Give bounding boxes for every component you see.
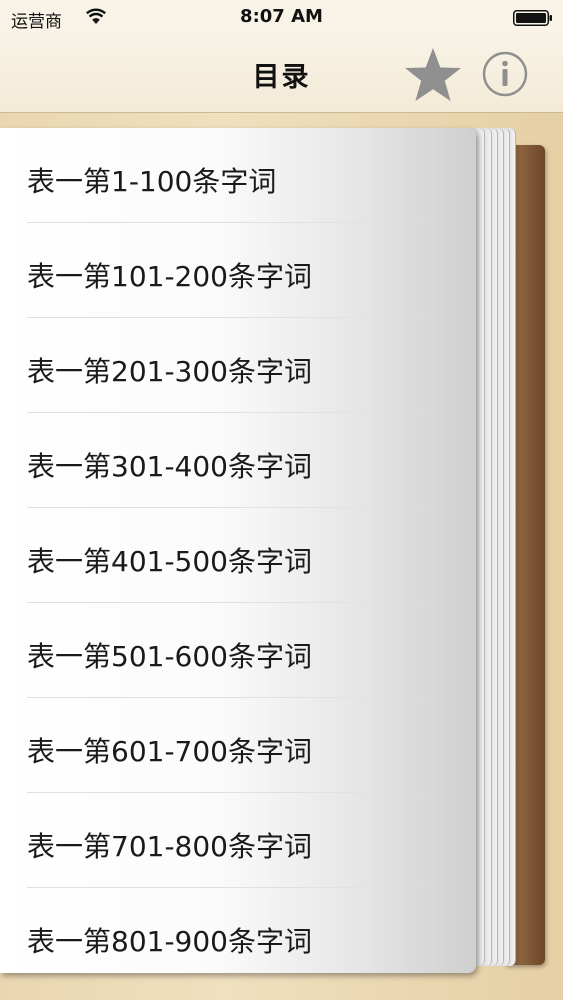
table-of-contents-page[interactable]: 表一第1-100条字词 表一第101-200条字词 表一第201-300条字词 … [0,128,476,973]
status-time: 8:07 AM [240,6,323,27]
toc-list: 表一第1-100条字词 表一第101-200条字词 表一第201-300条字词 … [0,128,476,973]
info-icon[interactable] [482,51,528,97]
toc-item[interactable]: 表一第601-700条字词 [0,698,476,793]
toc-item[interactable]: 表一第701-800条字词 [0,793,476,888]
toc-item-label: 表一第201-300条字词 [27,355,312,388]
toc-item-label: 表一第101-200条字词 [27,260,312,293]
toc-item-label: 表一第801-900条字词 [27,925,312,958]
toc-item-label: 表一第301-400条字词 [27,450,312,483]
toc-item-label: 表一第701-800条字词 [27,830,312,863]
toc-item[interactable]: 表一第801-900条字词 [0,888,476,973]
navigation-bar: 目录 [0,36,563,113]
toc-item-label: 表一第601-700条字词 [27,735,312,768]
toc-item[interactable]: 表一第201-300条字词 [0,318,476,413]
page-title: 目录 [252,62,311,93]
toc-item[interactable]: 表一第1-100条字词 [0,128,476,223]
toc-item[interactable]: 表一第401-500条字词 [0,508,476,603]
toc-item-label: 表一第1-100条字词 [27,165,277,198]
star-icon[interactable] [403,46,463,104]
toc-item[interactable]: 表一第101-200条字词 [0,223,476,318]
toc-item[interactable]: 表一第501-600条字词 [0,603,476,698]
status-bar: 运营商 8:07 AM [0,0,563,36]
toc-item-label: 表一第501-600条字词 [27,640,312,673]
toc-item[interactable]: 表一第301-400条字词 [0,413,476,508]
toc-item-label: 表一第401-500条字词 [27,545,312,578]
battery-icon [513,10,552,26]
